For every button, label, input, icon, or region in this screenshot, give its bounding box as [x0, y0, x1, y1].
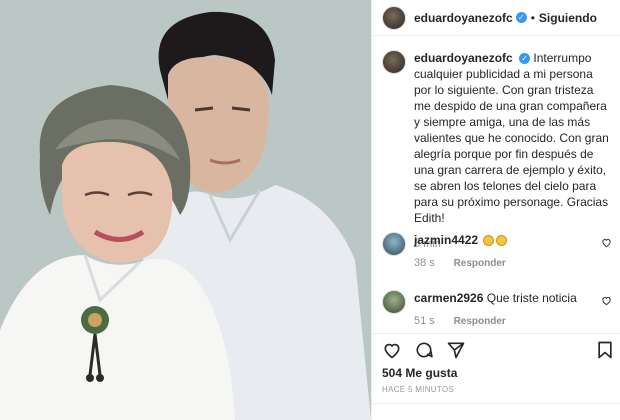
caption-text: Interrumpo cualquier publicidad a mi per…	[414, 51, 609, 225]
commenter-username[interactable]: carmen2926	[414, 291, 483, 305]
commenter-username[interactable]: jazmin4422	[414, 233, 478, 247]
add-comment-area[interactable]	[372, 403, 620, 420]
author-avatar[interactable]	[382, 5, 406, 30]
post-header: eduardoyanezofc ✓ • Siguiendo	[372, 0, 620, 36]
comment-like-icon[interactable]	[601, 295, 612, 306]
separator-dot: •	[530, 10, 535, 25]
comment-text: Que triste noticia	[486, 291, 577, 305]
comment-item: carmen2926 Que triste noticia 51 s Respo…	[382, 290, 618, 330]
comment-time: 38 s	[414, 257, 435, 269]
comment-meta: 38 s Responder	[414, 255, 618, 272]
commenter-avatar[interactable]	[382, 290, 406, 314]
verified-badge-icon: ✓	[515, 12, 527, 23]
caption-username[interactable]: eduardoyanezofc	[414, 51, 513, 65]
comment-body: carmen2926 Que triste noticia 51 s Respo…	[414, 290, 618, 330]
reply-button[interactable]: Responder	[454, 258, 506, 269]
likes-count[interactable]: 504 Me gusta	[382, 366, 457, 380]
posted-time: HACE 5 MINUTOS	[382, 385, 455, 394]
caption-avatar[interactable]	[382, 50, 406, 74]
comment-like-icon[interactable]	[601, 237, 612, 248]
post-caption: eduardoyanezofc ✓ Interrumpo cualquier p…	[372, 36, 620, 252]
sad-emoji-icon	[483, 235, 495, 247]
share-icon[interactable]	[446, 340, 466, 360]
comment-meta: 51 s Responder	[414, 313, 618, 330]
post-sidebar: eduardoyanezofc ✓ • Siguiendo eduardoyan…	[371, 0, 620, 420]
follow-button[interactable]: Siguiendo	[539, 11, 597, 25]
reply-button[interactable]: Responder	[454, 316, 506, 327]
post-image	[0, 0, 371, 420]
caption-body: eduardoyanezofc ✓ Interrumpo cualquier p…	[414, 50, 610, 252]
comment-body: jazmin4422 38 s Responder	[414, 232, 618, 272]
heart-icon[interactable]	[382, 340, 402, 360]
comment-time: 51 s	[414, 315, 435, 327]
action-bar	[372, 333, 620, 361]
comment-item: jazmin4422 38 s Responder	[382, 232, 618, 272]
commenter-avatar[interactable]	[382, 232, 406, 256]
comment-icon[interactable]	[414, 340, 434, 360]
author-username[interactable]: eduardoyanezofc	[414, 11, 513, 25]
sad-emoji-icon	[496, 235, 508, 247]
bookmark-icon[interactable]	[595, 340, 615, 360]
post-photo[interactable]	[0, 0, 371, 420]
verified-badge-icon: ✓	[519, 53, 531, 65]
